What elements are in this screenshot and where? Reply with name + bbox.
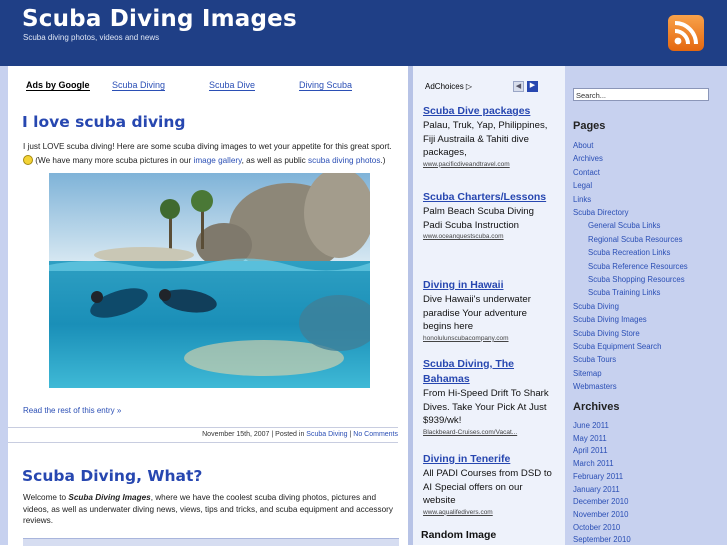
ad-item[interactable]: Diving in Hawaii Dive Hawaii's underwate… <box>423 278 555 344</box>
sidebar-page-link[interactable]: Scuba Diving Store <box>573 329 640 338</box>
read-more-link[interactable]: Read the rest of this entry » <box>23 406 121 415</box>
post-text-more: (We have many more scuba pictures in our <box>35 156 192 165</box>
sidebar: Search... Pages About Archives Contact Lega… <box>565 66 727 545</box>
rss-feed-icon[interactable] <box>668 15 704 51</box>
sidebar-archive-link[interactable]: May 2011 <box>573 434 607 443</box>
sidebar-page-link[interactable]: Webmasters <box>573 382 617 391</box>
adchoices-text[interactable]: AdChoices <box>425 82 464 91</box>
ad-url[interactable]: Blackbeard-Cruises.com/Vacat... <box>423 428 555 438</box>
comments-link[interactable]: No Comments <box>353 431 398 438</box>
ad-item[interactable]: Diving in Tenerife All PADI Courses from… <box>423 452 555 518</box>
ad-title[interactable]: Scuba Dive packages <box>423 104 555 119</box>
sidebar-archive-link[interactable]: November 2010 <box>573 510 628 519</box>
sidebar-page-link[interactable]: Scuba Tours <box>573 355 616 364</box>
pages-heading: Pages <box>573 120 606 132</box>
ad-title[interactable]: Diving in Tenerife <box>423 452 555 467</box>
sidebar-archive-link[interactable]: September 2010 <box>573 535 631 544</box>
sidebar-archive-link[interactable]: April 2011 <box>573 446 608 455</box>
ad-body: Palm Beach Scuba Diving Padi Scuba Instr… <box>423 206 534 231</box>
sidebar-page-link[interactable]: Regional Scuba Resources <box>588 235 682 244</box>
sidebar-archive-link[interactable]: January 2011 <box>573 485 620 494</box>
ad-title[interactable]: Scuba Diving, The Bahamas <box>423 357 555 387</box>
ad-url[interactable]: www.aqualifedivers.com <box>423 508 555 518</box>
sidebar-page-link[interactable]: Scuba Directory <box>573 208 628 217</box>
post2-bold-name: Scuba Diving Images <box>68 493 151 502</box>
post-date: November 15th, 2007 <box>202 431 270 438</box>
post-text-end: .) <box>380 156 386 165</box>
sidebar-page-link[interactable]: Scuba Recreation Links <box>588 248 670 257</box>
sidebar-page-link[interactable]: Scuba Training Links <box>588 288 660 297</box>
random-image-heading: Random Image <box>421 529 497 541</box>
sidebar-archive-link[interactable]: December 2010 <box>573 497 628 506</box>
archives-heading: Archives <box>573 401 620 413</box>
sidebar-page-link[interactable]: Contact <box>573 168 600 177</box>
prev-arrow-icon[interactable]: ◀ <box>513 81 524 92</box>
sidebar-archive-link[interactable]: March 2011 <box>573 459 614 468</box>
smiley-icon <box>23 155 33 165</box>
ad-column: AdChoices ▷ ◀ ▶ Scuba Dive packages Pala… <box>413 66 565 545</box>
sidebar-archive-link[interactable]: October 2010 <box>573 523 620 532</box>
post-title-2[interactable]: Scuba Diving, What? <box>22 467 202 485</box>
ad-body: From Hi-Speed Drift To Shark Dives. Take… <box>423 388 549 427</box>
next-arrow-icon[interactable]: ▶ <box>527 81 538 92</box>
sidebar-page-link[interactable]: Scuba Diving Images <box>573 315 647 324</box>
post-text: I just LOVE scuba diving! Here are some … <box>23 140 401 168</box>
adchoices-label[interactable]: AdChoices ▷ <box>425 82 472 91</box>
ad-link-scuba-dive[interactable]: Scuba Dive <box>209 80 256 91</box>
post-text-aswell: , as well as public <box>241 156 306 165</box>
post-text-intro: I just LOVE scuba diving! Here are some … <box>23 142 392 151</box>
post-text-2: Welcome to Scuba Diving Images, where we… <box>23 492 399 527</box>
sidebar-page-link[interactable]: Archives <box>573 154 603 163</box>
ad-url[interactable]: www.oceanquestscuba.com <box>423 232 555 242</box>
scuba-divers-photo[interactable] <box>49 173 370 388</box>
left-border <box>0 66 8 545</box>
ad-body: All PADI Courses from DSD to AI Special … <box>423 468 552 507</box>
search-input[interactable]: Search... <box>573 88 709 101</box>
sidebar-page-link[interactable]: Links <box>573 195 591 204</box>
sidebar-page-link[interactable]: Scuba Reference Resources <box>588 262 688 271</box>
site-title[interactable]: Scuba Diving Images <box>22 6 297 32</box>
ad-body: Dive Hawaii's underwater paradise Your a… <box>423 294 531 333</box>
sidebar-page-link[interactable]: Sitemap <box>573 369 602 378</box>
ad-link-diving-scuba[interactable]: Diving Scuba <box>299 80 353 91</box>
main-content: Ads by Google Scuba Diving Scuba Dive Di… <box>8 66 408 546</box>
scuba-photos-link[interactable]: scuba diving photos <box>308 156 380 165</box>
sidebar-archive-link[interactable]: June 2011 <box>573 421 609 430</box>
ad-url[interactable]: honolulunscubacompany.com <box>423 334 555 344</box>
ad-item[interactable]: Scuba Charters/Lessons Palm Beach Scuba … <box>423 190 555 242</box>
post-meta: November 15th, 2007 | Posted in Scuba Di… <box>8 427 398 443</box>
post-meta-label: | Posted in <box>269 431 307 438</box>
sidebar-page-link[interactable]: Scuba Equipment Search <box>573 342 661 351</box>
ad-item[interactable]: Scuba Diving, The Bahamas From Hi-Speed … <box>423 357 555 438</box>
ads-by-google-link[interactable]: Ads by Google <box>26 80 90 91</box>
ad-title[interactable]: Diving in Hawaii <box>423 278 555 293</box>
site-header: Scuba Diving Images Scuba diving photos,… <box>0 0 727 66</box>
ad-links-row: Ads by Google Scuba Diving Scuba Dive Di… <box>8 80 408 94</box>
sidebar-page-link[interactable]: Legal <box>573 181 592 190</box>
image-gallery-link[interactable]: image gallery <box>194 156 242 165</box>
post2-text-intro: Welcome to <box>23 493 69 502</box>
ad-link-scuba-diving[interactable]: Scuba Diving <box>112 80 166 91</box>
ad-body: Palau, Truk, Yap, Philippines, Fiji Aust… <box>423 120 548 159</box>
ad-item[interactable]: Scuba Dive packages Palau, Truk, Yap, Ph… <box>423 104 555 170</box>
sidebar-page-link[interactable]: Scuba Shopping Resources <box>588 275 685 284</box>
post-title[interactable]: I love scuba diving <box>22 113 186 131</box>
sidebar-page-link[interactable]: Scuba Diving <box>573 302 619 311</box>
sidebar-page-link[interactable]: About <box>573 141 593 150</box>
adchoices-icon: ▷ <box>465 82 473 91</box>
category-link[interactable]: Scuba Diving <box>306 431 347 438</box>
sidebar-page-link[interactable]: General Scuba Links <box>588 221 660 230</box>
site-tagline: Scuba diving photos, videos and news <box>23 33 160 42</box>
ad-url[interactable]: www.pacificdiveandtravel.com <box>423 160 555 170</box>
ad-title[interactable]: Scuba Charters/Lessons <box>423 190 555 205</box>
sidebar-archive-link[interactable]: February 2011 <box>573 472 623 481</box>
